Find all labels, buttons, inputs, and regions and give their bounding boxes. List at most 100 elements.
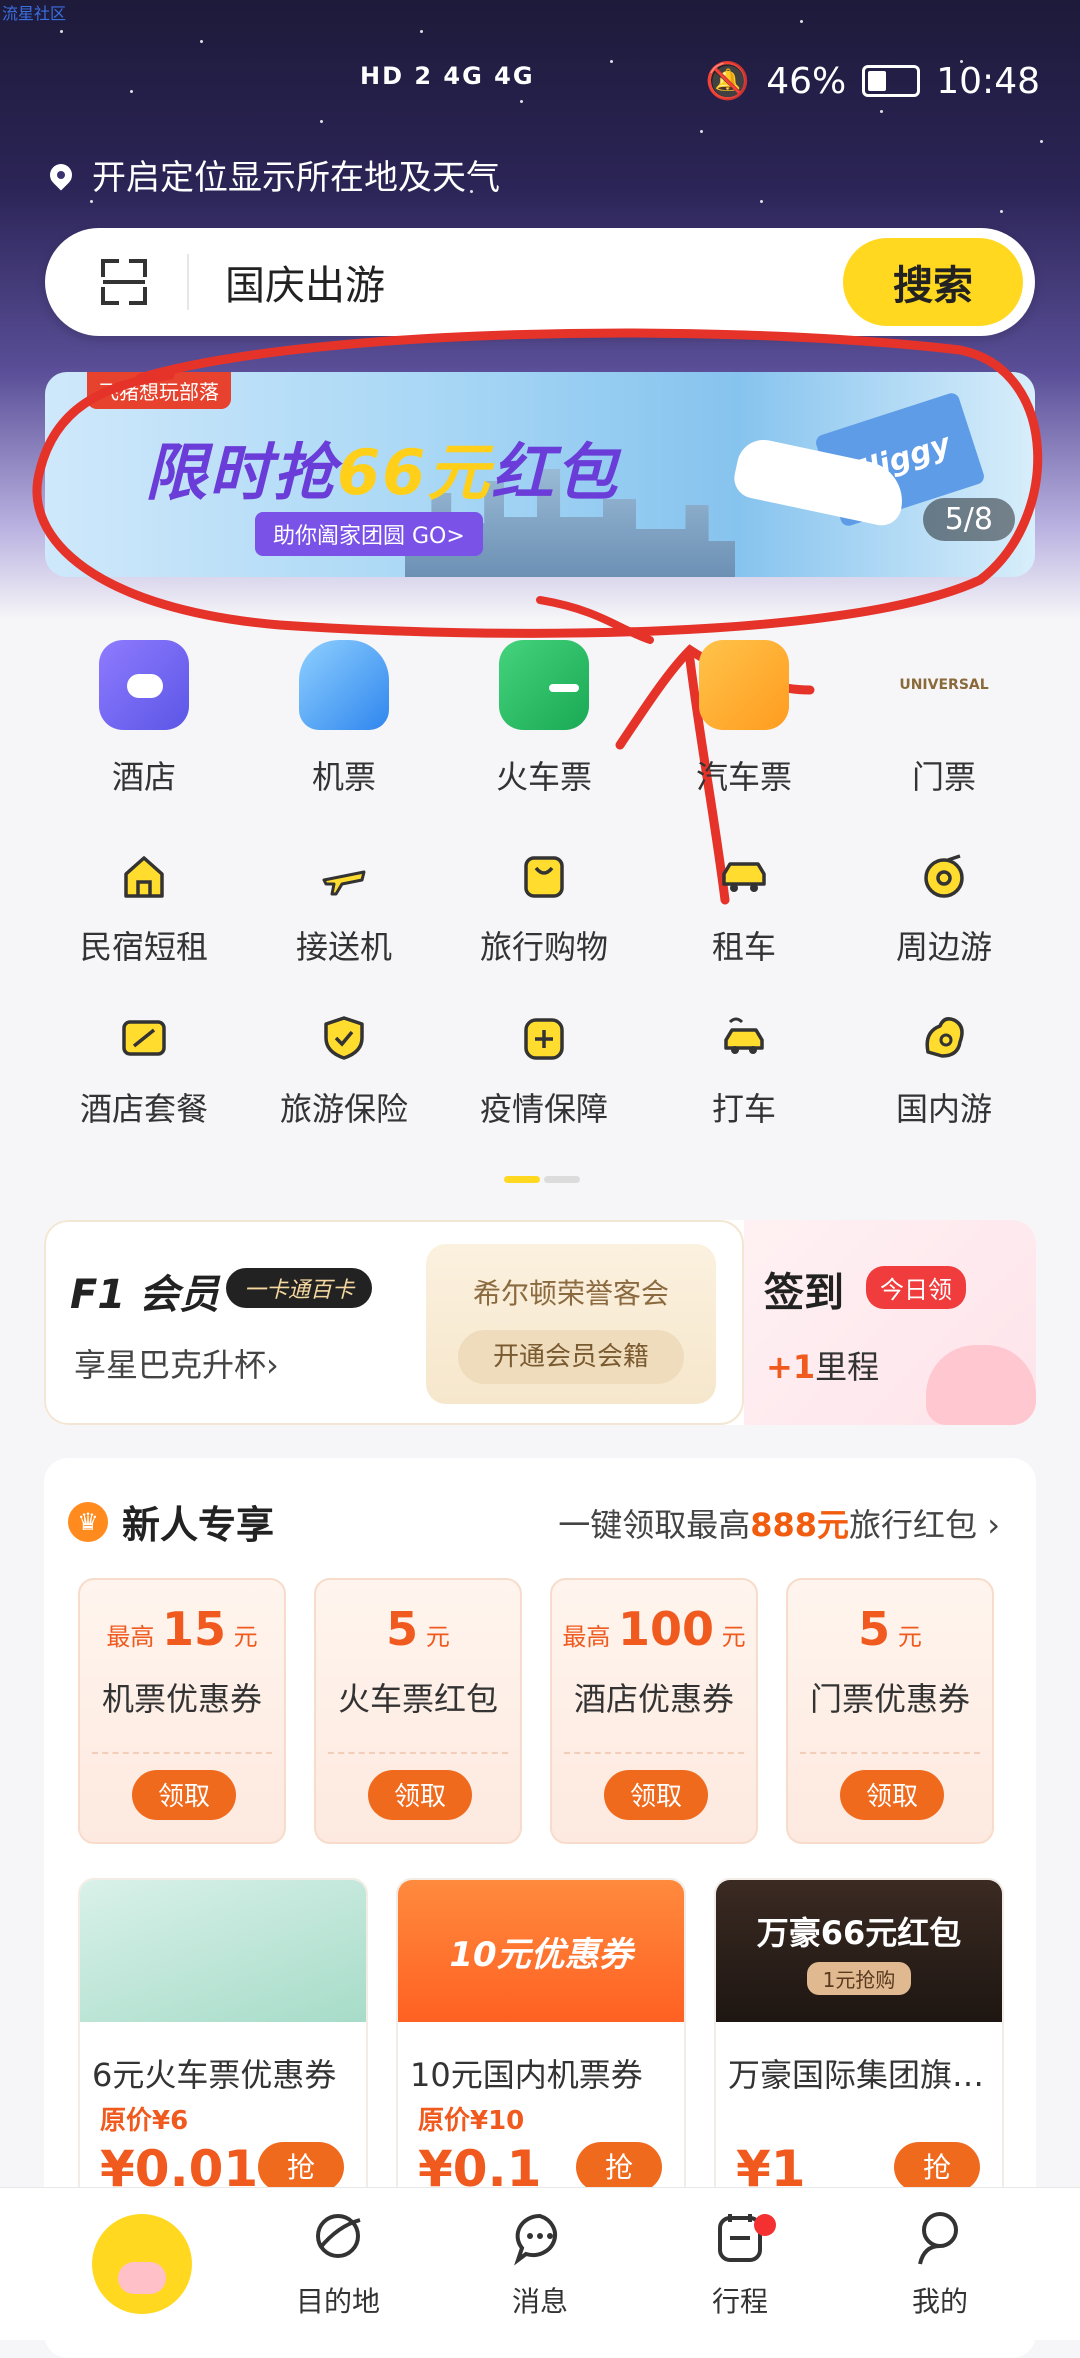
- notification-dot: [754, 2214, 776, 2236]
- piggy-mascot-icon: [926, 1345, 1036, 1425]
- category-train[interactable]: 火车票: [444, 640, 644, 798]
- nav-label: 我的: [911, 2285, 968, 2318]
- grab-button[interactable]: 抢: [894, 2142, 980, 2192]
- battery-icon: [862, 65, 921, 97]
- hilton-join-button[interactable]: 开通会员会籍: [458, 1330, 684, 1384]
- mute-icon: 🔕: [705, 61, 751, 102]
- coupon-name: 火车票红包: [337, 1680, 498, 1718]
- member-card: F1 会员 一卡通百卡 享星巴克升杯› 希尔顿荣誉客会 开通会员会籍 签到 今日…: [44, 1220, 1036, 1425]
- category-nearby-tour[interactable]: 周边游: [844, 850, 1044, 968]
- product-image-train: [80, 1880, 366, 2022]
- car-rental-icon: [718, 850, 770, 902]
- coupon-card: 最高 100 元 酒店优惠券 领取: [550, 1578, 758, 1844]
- category-travel-insurance[interactable]: 旅游保险: [244, 1012, 444, 1130]
- hilton-title: 希尔顿荣誉客会: [472, 1277, 669, 1310]
- category-flight[interactable]: 机票: [244, 640, 444, 798]
- category-label: 打车: [711, 1090, 776, 1128]
- grab-button[interactable]: 抢: [576, 2142, 662, 2192]
- scan-icon[interactable]: [101, 259, 147, 305]
- category-domestic-tour[interactable]: 国内游: [844, 1012, 1044, 1130]
- bus-icon: [699, 640, 789, 730]
- mileage-reward: +1里程: [766, 1348, 880, 1386]
- domestic-tour-icon: [918, 1012, 970, 1064]
- promo-banner[interactable]: 飞猪想玩部落 限时抢66元红包 助你阖家团圆 GO> Fliggy 5/8: [45, 372, 1035, 577]
- category-airport-transfer[interactable]: 接送机: [244, 850, 444, 968]
- category-label: 国内游: [895, 1090, 992, 1128]
- category-taxi[interactable]: 打车: [644, 1012, 844, 1130]
- nav-itinerary[interactable]: 行程: [670, 2206, 810, 2320]
- checkin-section[interactable]: 签到 今日领 +1里程: [744, 1220, 1036, 1425]
- category-label: 租车: [711, 928, 776, 966]
- category-hotel[interactable]: 酒店: [44, 640, 244, 798]
- newcomer-title: 新人专享: [122, 1503, 275, 1547]
- member-benefit-link[interactable]: 享星巴克升杯›: [74, 1340, 279, 1386]
- coupon-amount: 最高 15 元: [106, 1602, 258, 1656]
- nav-profile[interactable]: 我的: [870, 2206, 1010, 2320]
- category-label: 旅游保险: [279, 1090, 408, 1128]
- banner-cta[interactable]: 助你阖家团圆 GO>: [255, 512, 483, 556]
- chevron-right-icon: ›: [987, 1506, 1000, 1544]
- coupon-amount: 5 元: [386, 1602, 450, 1656]
- search-button[interactable]: 搜索: [843, 238, 1023, 326]
- ticket-icon: UNIVERSAL: [899, 677, 989, 693]
- category-bus[interactable]: 汽车票: [644, 640, 844, 798]
- homestay-icon: [118, 850, 170, 902]
- category-hotel-package[interactable]: 酒店套餐: [44, 1012, 244, 1130]
- category-label: 酒店: [111, 758, 176, 796]
- category-car-rental[interactable]: 租车: [644, 850, 844, 968]
- train-icon: [499, 640, 589, 730]
- location-text: 开启定位显示所在地及天气: [92, 158, 500, 198]
- category-label: 酒店套餐: [79, 1090, 208, 1128]
- search-input[interactable]: 国庆出游: [225, 253, 843, 311]
- banner-title: 限时抢66元红包: [145, 436, 620, 509]
- primary-category-row: 酒店 机票 火车票 汽车票 UNIVERSAL 门票: [0, 640, 1080, 798]
- newcomer-promo-link[interactable]: 一键领取最高888元旅行红包 ›: [558, 1500, 1000, 1546]
- profile-icon: [918, 2212, 958, 2265]
- product-name: 10元国内机票券: [410, 2056, 643, 2094]
- crown-icon: ♛: [68, 1502, 108, 1542]
- category-ticket[interactable]: UNIVERSAL 门票: [844, 640, 1044, 798]
- secondary-category-row-2: 酒店套餐 旅游保险 疫情保障 打车 国内游: [0, 1012, 1080, 1130]
- coupon-name: 机票优惠券: [101, 1680, 262, 1718]
- search-divider: [187, 254, 189, 310]
- signal-indicators: HD 2 4G 4G: [360, 62, 535, 90]
- claim-button[interactable]: 领取: [368, 1770, 472, 1820]
- location-prompt[interactable]: 开启定位显示所在地及天气: [45, 150, 500, 199]
- home-logo-icon[interactable]: [92, 2214, 192, 2314]
- clock: 10:48: [936, 60, 1040, 102]
- product-original-price: 原价¥6: [100, 2106, 189, 2136]
- nav-destination[interactable]: 目的地: [268, 2206, 408, 2320]
- category-label: 火车票: [495, 758, 592, 796]
- grab-button[interactable]: 抢: [258, 2142, 344, 2192]
- claim-button[interactable]: 领取: [604, 1770, 708, 1820]
- shopping-bag-icon: [518, 850, 570, 902]
- product-image-marriott: 万豪66元红包 1元抢购: [716, 1880, 1002, 2022]
- coupon-card: 最高 15 元 机票优惠券 领取: [78, 1578, 286, 1844]
- flight-icon: [299, 640, 389, 730]
- search-bar[interactable]: 国庆出游 搜索: [45, 228, 1035, 336]
- category-homestay[interactable]: 民宿短租: [44, 850, 244, 968]
- nearby-tour-icon: [918, 850, 970, 902]
- plane-transfer-icon: [318, 850, 370, 902]
- nav-label: 消息: [511, 2285, 568, 2318]
- coupon-card: 5 元 火车票红包 领取: [314, 1578, 522, 1844]
- category-label: 疫情保障: [479, 1090, 608, 1128]
- category-label: 周边游: [895, 928, 992, 966]
- status-bar: HD 2 4G 4G 🔕 46% 10:48: [0, 58, 1080, 108]
- nav-messages[interactable]: 消息: [470, 2206, 610, 2320]
- bottom-navigation: 目的地 消息 行程 我的: [0, 2187, 1080, 2340]
- category-travel-shopping[interactable]: 旅行购物: [444, 850, 644, 968]
- member-title: F1 会员: [70, 1272, 220, 1318]
- taxi-icon: [718, 1012, 770, 1064]
- claim-button[interactable]: 领取: [840, 1770, 944, 1820]
- hilton-card[interactable]: 希尔顿荣誉客会 开通会员会籍: [426, 1244, 716, 1404]
- f1-member-section[interactable]: F1 会员 一卡通百卡 享星巴克升杯› 希尔顿荣誉客会 开通会员会籍: [44, 1220, 744, 1425]
- coupon-amount: 最高 100 元: [562, 1602, 746, 1656]
- member-badge: 一卡通百卡: [226, 1268, 373, 1308]
- banner-tag: 飞猪想玩部落: [87, 372, 231, 409]
- category-epidemic-protection[interactable]: 疫情保障: [444, 1012, 644, 1130]
- claim-button[interactable]: 领取: [132, 1770, 236, 1820]
- plus-shield-icon: [518, 1012, 570, 1064]
- insurance-shield-icon: [318, 1012, 370, 1064]
- coupon-card: 5 元 门票优惠券 领取: [786, 1578, 994, 1844]
